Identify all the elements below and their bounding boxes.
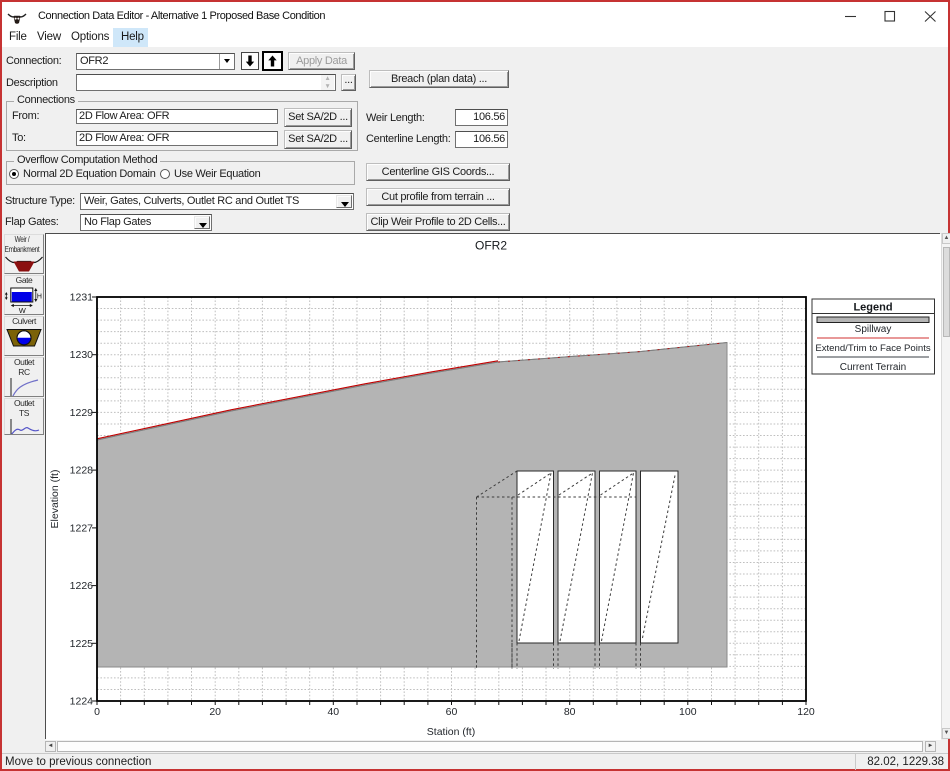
svg-text:1226: 1226: [70, 580, 94, 592]
svg-text:40: 40: [327, 706, 339, 718]
svg-text:0: 0: [94, 706, 100, 718]
svg-text:1225: 1225: [70, 638, 94, 650]
svg-text:Elevation (ft): Elevation (ft): [49, 470, 61, 529]
svg-text:Extend/Trim to Face Points: Extend/Trim to Face Points: [815, 343, 931, 354]
svg-text:Legend: Legend: [853, 302, 892, 314]
svg-text:80: 80: [564, 706, 576, 718]
svg-text:100: 100: [679, 706, 697, 718]
svg-text:Current Terrain: Current Terrain: [840, 362, 907, 373]
svg-text:1227: 1227: [70, 522, 94, 534]
svg-text:1229: 1229: [70, 407, 94, 419]
svg-text:1224: 1224: [70, 696, 94, 708]
svg-text:Spillway: Spillway: [855, 324, 892, 335]
svg-text:1230: 1230: [70, 349, 94, 361]
svg-text:H: H: [37, 293, 42, 300]
svg-text:OFR2: OFR2: [475, 239, 507, 253]
svg-text:1228: 1228: [70, 465, 94, 477]
svg-text:20: 20: [209, 706, 221, 718]
svg-text:Station (ft): Station (ft): [427, 726, 475, 738]
svg-text:60: 60: [446, 706, 458, 718]
svg-text:120: 120: [797, 706, 815, 718]
svg-text:W: W: [19, 306, 27, 313]
svg-text:1231: 1231: [70, 292, 94, 304]
